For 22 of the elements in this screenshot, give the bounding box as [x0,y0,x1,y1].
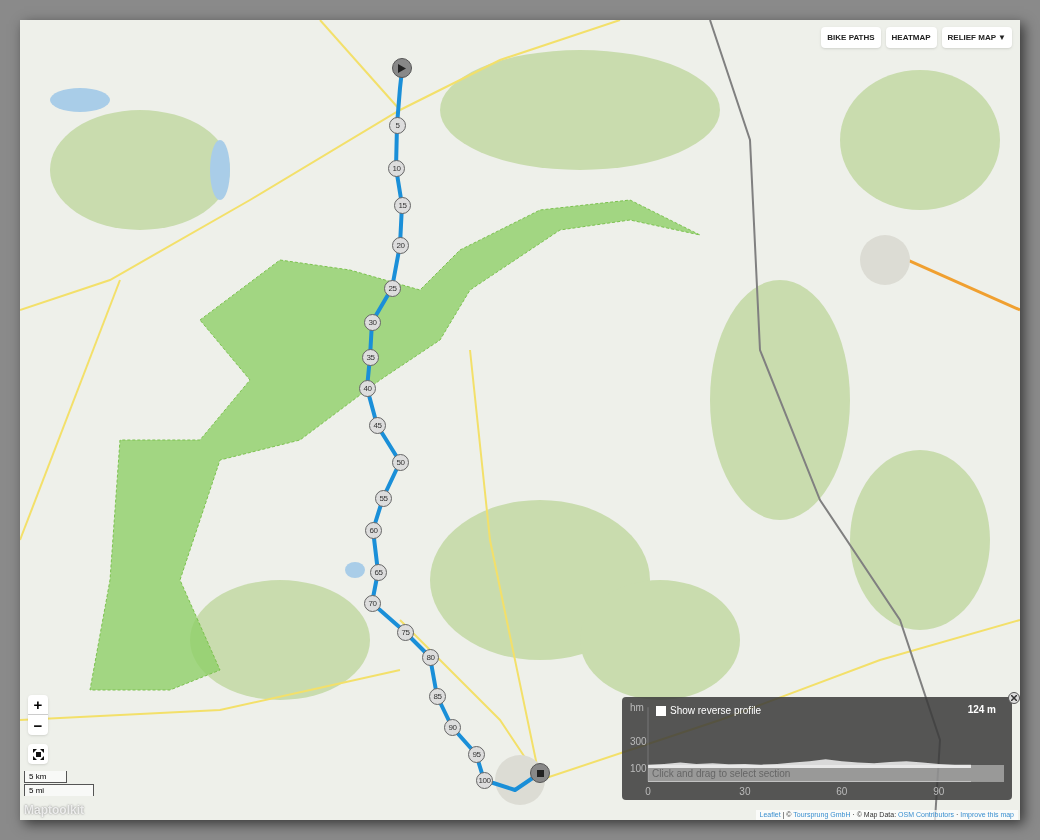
y-axis-label: 100 [630,763,647,774]
y-axis-title: hm [630,702,644,713]
stop-icon [536,769,544,777]
scale-bar-metric: 5 km [24,771,67,783]
checkbox[interactable] [656,705,666,716]
x-axis-label: 0 [645,786,651,797]
x-axis-label: 60 [836,786,848,797]
maptoolkit-logo: Maptoolkit [24,802,84,819]
layer-button[interactable]: BIKE PATHS [821,27,881,48]
y-axis-label: 300 [630,736,647,747]
layer-button[interactable]: HEATMAP [885,27,937,48]
zoom-in-button[interactable]: + [28,695,48,715]
zoom-out-button[interactable]: − [28,715,48,735]
reverse-profile-checkbox[interactable]: Show reverse profile [656,703,762,718]
fullscreen-icon [32,748,44,760]
scale-bar-imperial: 5 mi [24,784,94,796]
x-axis-label: 90 [933,786,945,797]
elevation-value: 124 m [967,703,996,717]
x-axis-label: 30 [739,786,751,797]
fullscreen-button[interactable] [28,744,48,764]
play-icon [398,63,406,73]
layer-button[interactable]: RELIEF MAP ▼ [941,27,1012,48]
